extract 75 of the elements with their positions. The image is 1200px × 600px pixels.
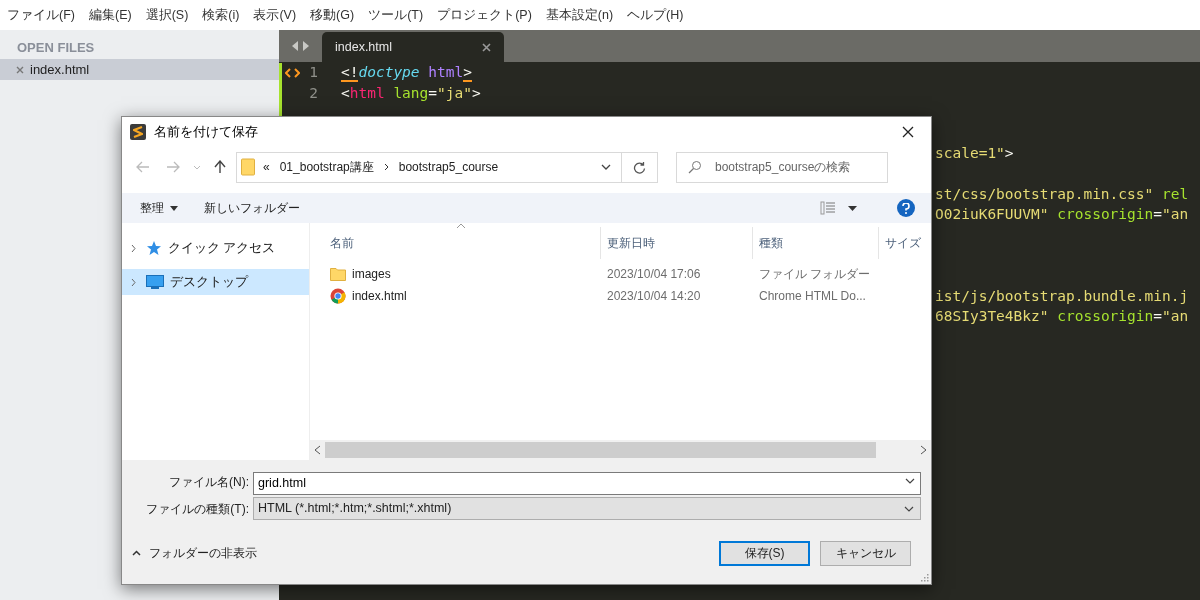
menu-item[interactable]: 選択(S)	[145, 5, 189, 25]
filename-label: ファイル名(N):	[168, 473, 250, 491]
hide-folders-button[interactable]: フォルダーの非表示	[132, 544, 257, 562]
caret-icon[interactable]	[848, 205, 857, 211]
column-header[interactable]: 名前	[310, 227, 600, 259]
open-file-item[interactable]: index.html	[0, 59, 279, 80]
horizontal-scrollbar[interactable]	[310, 440, 931, 460]
monitor-icon	[146, 275, 164, 289]
filename-field[interactable]: grid.html	[253, 471, 921, 495]
folder-icon	[241, 158, 255, 176]
column-header[interactable]: 更新日時	[600, 227, 752, 259]
file-name[interactable]: images	[352, 265, 391, 283]
column-header[interactable]: 種類	[752, 227, 878, 259]
expand-chevron-icon[interactable]	[131, 243, 136, 253]
breadcrumb-item[interactable]: bootstrap5_course	[398, 158, 499, 176]
search-icon	[688, 159, 702, 174]
browser-icon	[330, 288, 346, 304]
menu-item[interactable]: 検索(i)	[202, 5, 240, 25]
line-number: 1	[308, 63, 318, 83]
menu-item[interactable]: プロジェクト(P)	[437, 5, 532, 25]
code-line: <!doctype html>	[341, 63, 472, 85]
file-type-label: ファイルの種類(T):	[145, 500, 250, 518]
scroll-left-icon[interactable]	[314, 445, 321, 455]
question-mark-icon[interactable]	[902, 202, 910, 214]
history-chevron[interactable]: «	[263, 158, 270, 176]
menu-item[interactable]: 表示(V)	[253, 5, 297, 25]
file-type: Chrome HTML Do...	[759, 289, 866, 303]
chevron-down-icon[interactable]	[905, 478, 915, 484]
nav-item[interactable]: デスクトップ	[122, 269, 309, 295]
code-line: ist/js/bootstrap.bundle.min.j	[935, 286, 1189, 306]
chevron-down-icon[interactable]	[601, 164, 611, 170]
code-line: 68SIy3Te4Bkz" crossorigin="an	[935, 306, 1189, 326]
resize-grip-icon[interactable]	[919, 572, 929, 582]
folder-icon	[330, 267, 346, 281]
editor-tab[interactable]: index.html	[322, 32, 504, 62]
address-bar[interactable]: « 01_bootstrap講座 bootstrap5_course	[236, 151, 658, 183]
menu-item[interactable]: 編集(E)	[88, 5, 132, 25]
file-date: 2023/10/04 17:06	[607, 267, 701, 281]
close-icon[interactable]	[902, 126, 914, 138]
file-date: 2023/10/04 14:20	[607, 289, 701, 303]
menu-item[interactable]: 基本設定(n)	[545, 5, 614, 25]
expand-chevron-icon[interactable]	[131, 277, 136, 287]
dialog-title: 名前を付けて保存	[154, 123, 258, 141]
organize-button[interactable]: 整理	[132, 196, 186, 220]
star-icon	[146, 240, 162, 256]
file-type: ファイル フォルダー	[759, 267, 871, 281]
menu-item[interactable]: ファイル(F)	[7, 5, 75, 25]
chevron-down-icon[interactable]	[904, 505, 914, 512]
cancel-button[interactable]: キャンセル	[820, 540, 911, 566]
code-line: st/css/bootstrap.min.css" rel	[935, 185, 1189, 205]
line-number: 2	[308, 83, 318, 103]
scroll-right-icon[interactable]	[920, 445, 927, 455]
file-type-dropdown[interactable]: HTML (*.html;*.htm;*.shtml;*.xhtml)	[253, 497, 921, 520]
sidebar-heading: OPEN FILES	[16, 39, 96, 57]
nav-item[interactable]: クイック アクセス	[122, 235, 309, 261]
menu-item[interactable]: ツール(T)	[368, 5, 424, 25]
arrow-up-icon[interactable]	[214, 160, 226, 174]
code-line: <html lang="ja">	[341, 83, 481, 103]
search-field[interactable]: bootstrap5_courseの検索	[676, 151, 888, 183]
help-button[interactable]	[897, 199, 915, 217]
chevron-up-icon	[132, 550, 141, 556]
code-line: scale=1">	[935, 144, 1014, 164]
caret-icon	[170, 205, 178, 211]
sort-caret-icon	[456, 223, 466, 229]
refresh-icon[interactable]	[633, 160, 646, 174]
chevron-right-icon[interactable]	[383, 163, 389, 171]
file-name[interactable]: index.html	[352, 287, 407, 305]
new-folder-button[interactable]: 新しいフォルダー	[196, 196, 308, 220]
breadcrumb-item[interactable]: 01_bootstrap講座	[279, 158, 374, 176]
menu-item[interactable]: 移動(G)	[310, 5, 355, 25]
app-icon	[130, 124, 146, 140]
save-button[interactable]: 保存(S)	[719, 540, 810, 566]
column-header[interactable]: サイズ	[878, 227, 931, 259]
code-line: O02iuK6FUUVM" crossorigin="an	[935, 205, 1189, 225]
menu-item[interactable]: ヘルプ(H)	[627, 5, 684, 25]
